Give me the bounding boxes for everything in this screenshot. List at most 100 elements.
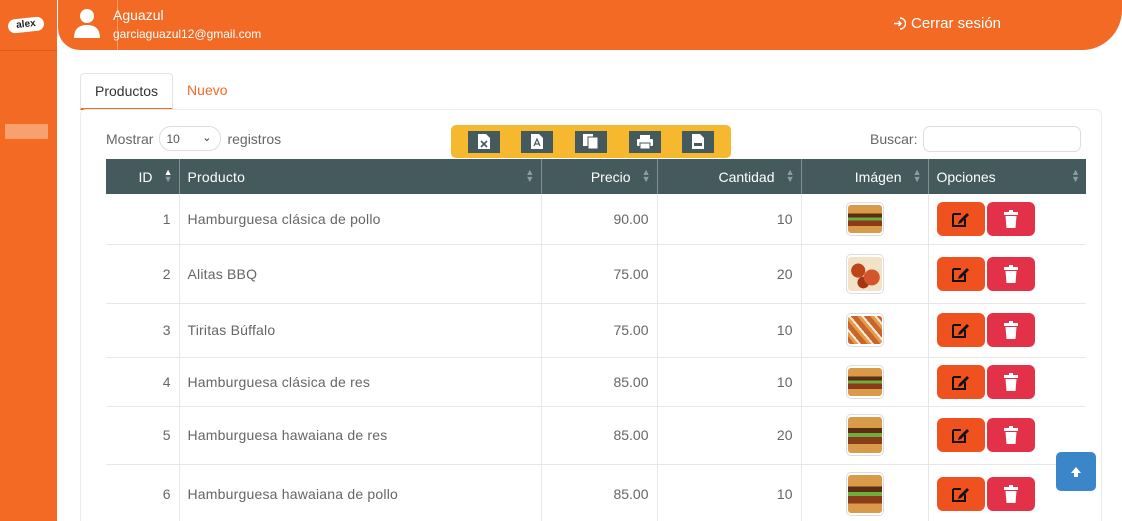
column-header-cantidad[interactable]: Cantidad ▲ ▼ xyxy=(657,159,802,194)
cell-id: 5 xyxy=(106,406,180,465)
cell-product: Hamburguesa hawaiana de res xyxy=(179,406,542,465)
search-input[interactable] xyxy=(923,126,1082,152)
column-header-imagen[interactable]: Imágen ▲ ▼ xyxy=(801,159,929,194)
edit-button[interactable] xyxy=(936,477,985,511)
edit-icon xyxy=(951,324,969,338)
edit-button[interactable] xyxy=(936,418,985,452)
edit-icon xyxy=(951,212,969,227)
trash-icon xyxy=(1003,264,1018,283)
export-pdf-button[interactable] xyxy=(521,130,554,153)
sort-icon: ▲ ▼ xyxy=(785,167,795,184)
print-button[interactable] xyxy=(628,130,661,153)
trash-icon xyxy=(1003,485,1018,503)
export-excel-button[interactable] xyxy=(467,130,500,153)
cell-id: 2 xyxy=(106,244,180,304)
cell-product: Tiritas Búffalo xyxy=(179,303,542,358)
page-length-control: Mostrar 10 ⌄ registros xyxy=(106,126,281,151)
edit-icon xyxy=(951,375,969,390)
delete-button[interactable] xyxy=(986,364,1035,399)
column-label: Cantidad xyxy=(718,168,775,185)
delete-button[interactable] xyxy=(986,313,1035,347)
cell-options xyxy=(928,303,1086,358)
cell-quantity: 20 xyxy=(657,244,802,304)
column-label: ID xyxy=(138,168,153,185)
print-icon xyxy=(636,134,653,149)
table-row: 6 Hamburguesa hawaiana de pollo 85.00 10 xyxy=(106,464,1086,521)
edit-button[interactable] xyxy=(936,364,985,399)
arrow-up-icon xyxy=(1071,466,1081,477)
show-label: Mostrar xyxy=(106,130,154,147)
delete-button[interactable] xyxy=(986,418,1035,452)
column-label: Precio xyxy=(590,168,631,185)
sidebar: alex xyxy=(0,0,57,521)
cell-product: Hamburguesa clásica de res xyxy=(179,357,542,407)
table-header-row: ID ▲ ▼ Producto ▲ ▼ Precio ▲ ▼ Cantidad ▲ ▼ Imág… xyxy=(106,159,1086,194)
product-thumbnail[interactable] xyxy=(845,472,884,516)
export-toolbar xyxy=(451,125,731,158)
column-header-id[interactable]: ID ▲ ▼ xyxy=(106,159,180,194)
table-row: 2 Alitas BBQ 75.00 20 xyxy=(106,244,1086,304)
cell-price: 75.00 xyxy=(541,303,658,358)
burger-image xyxy=(847,475,882,513)
column-label: Imágen xyxy=(854,168,902,185)
records-label: registros xyxy=(227,130,282,147)
copy-button[interactable] xyxy=(574,130,607,153)
cell-options xyxy=(928,194,1086,245)
edit-button[interactable] xyxy=(936,256,985,291)
cell-id: 1 xyxy=(106,194,180,245)
cell-quantity: 10 xyxy=(657,357,802,407)
cell-product: Hamburguesa hawaiana de pollo xyxy=(179,464,542,521)
user-icon xyxy=(74,9,100,38)
delete-button[interactable] xyxy=(986,201,1035,236)
scroll-to-top-button[interactable] xyxy=(1056,452,1096,491)
edit-button[interactable] xyxy=(936,313,985,347)
burger-image xyxy=(847,417,882,453)
strips-image xyxy=(847,316,882,344)
delete-button[interactable] xyxy=(986,477,1035,511)
edit-button[interactable] xyxy=(936,201,985,236)
product-thumbnail[interactable] xyxy=(845,253,884,294)
cell-price: 85.00 xyxy=(541,464,658,521)
tab-nuevo[interactable]: Nuevo xyxy=(173,73,241,110)
product-thumbnail[interactable] xyxy=(845,414,884,456)
logout-label: Cerrar sesión xyxy=(911,15,1002,32)
tab-productos[interactable]: Productos xyxy=(80,73,174,110)
brand-logo[interactable]: alex xyxy=(7,16,45,34)
page-length-select[interactable]: 10 xyxy=(159,126,222,151)
cell-options xyxy=(928,357,1086,407)
burger-image xyxy=(847,367,882,396)
cell-product: Alitas BBQ xyxy=(179,244,542,304)
logout-button[interactable]: Cerrar sesión xyxy=(893,15,1001,32)
edit-icon xyxy=(951,267,969,282)
column-header-opciones[interactable]: Opciones ▲ ▼ xyxy=(928,159,1086,194)
trash-icon xyxy=(1003,209,1018,228)
sort-icon: ▲ ▼ xyxy=(641,167,651,184)
trash-icon xyxy=(1003,426,1018,444)
export-csv-button[interactable] xyxy=(682,130,715,153)
wings-image xyxy=(847,256,882,291)
search-label: Buscar: xyxy=(870,131,918,147)
sort-icon: ▲ ▼ xyxy=(163,167,173,184)
column-header-precio[interactable]: Precio ▲ ▼ xyxy=(541,159,658,194)
cell-quantity: 10 xyxy=(657,303,802,358)
cell-price: 75.00 xyxy=(541,244,658,304)
cell-price: 85.00 xyxy=(541,357,658,407)
cell-image xyxy=(801,194,929,245)
tab-bar: Productos Nuevo xyxy=(80,73,242,110)
excel-icon xyxy=(477,134,490,149)
cell-quantity: 20 xyxy=(657,406,802,465)
user-name: Aguazul xyxy=(113,7,164,23)
column-header-producto[interactable]: Producto ▲ ▼ xyxy=(179,159,542,194)
product-thumbnail[interactable] xyxy=(845,313,884,347)
products-table: ID ▲ ▼ Producto ▲ ▼ Precio ▲ ▼ Cantidad ▲ ▼ Imág… xyxy=(106,159,1086,521)
column-label: Producto xyxy=(187,168,246,185)
product-thumbnail[interactable] xyxy=(845,364,884,399)
delete-button[interactable] xyxy=(986,256,1035,291)
product-thumbnail[interactable] xyxy=(845,201,884,236)
copy-icon xyxy=(582,134,599,150)
cell-quantity: 10 xyxy=(657,194,802,245)
cell-price: 90.00 xyxy=(541,194,658,245)
table-row: 4 Hamburguesa clásica de res 85.00 10 xyxy=(106,357,1086,407)
edit-icon xyxy=(951,488,969,502)
sidebar-item-active[interactable] xyxy=(5,124,48,139)
